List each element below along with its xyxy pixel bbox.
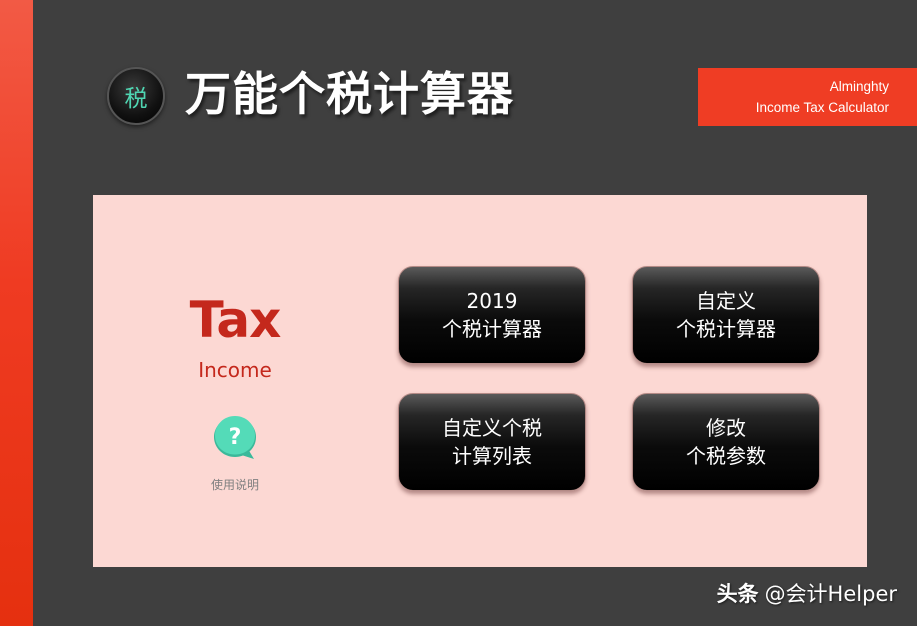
button-label-line-2: 个税计算器 [676, 317, 776, 341]
button-label-line-2: 计算列表 [452, 444, 532, 468]
question-bubble-icon: ? [214, 416, 256, 459]
source-watermark: 头条 @会计Helper [717, 579, 897, 609]
button-label-line-1: 自定义 [696, 289, 756, 313]
income-subheading: Income [198, 358, 272, 382]
button-label-line-1: 自定义个税 [442, 416, 542, 440]
button-label-line-2: 个税计算器 [442, 317, 542, 341]
help-question-icon[interactable]: ? [212, 415, 258, 461]
button-label-line-2: 个税参数 [686, 444, 766, 468]
help-caption[interactable]: 使用说明 [185, 477, 285, 493]
tax-heading: Tax [189, 291, 282, 349]
badge-line-1: Alminghty [829, 79, 889, 94]
main-panel: Tax Income ? 使用说明 2019 个税计算器 自定义 个税计算器 自… [93, 195, 867, 567]
edit-tax-parameters-button[interactable]: 修改 个税参数 [632, 393, 820, 491]
logo-glyph: 税 [124, 86, 148, 112]
custom-tax-list-button[interactable]: 自定义个税 计算列表 [398, 393, 586, 491]
watermark-handle: @会计Helper [764, 582, 897, 606]
english-title-badge: Alminghty Income Tax Calculator [698, 68, 917, 126]
app-title: 万能个税计算器 [185, 67, 514, 121]
tax-calculator-2019-button[interactable]: 2019 个税计算器 [398, 266, 586, 364]
button-label-line-1: 2019 [466, 289, 518, 313]
watermark-brand: 头条 [716, 582, 759, 606]
badge-line-2: Income Tax Calculator [755, 100, 889, 115]
button-label-line-1: 修改 [706, 416, 746, 440]
app-logo: 税 [107, 67, 165, 125]
accent-side-strip [0, 0, 33, 626]
custom-tax-calculator-button[interactable]: 自定义 个税计算器 [632, 266, 820, 364]
svg-text:?: ? [229, 425, 242, 450]
